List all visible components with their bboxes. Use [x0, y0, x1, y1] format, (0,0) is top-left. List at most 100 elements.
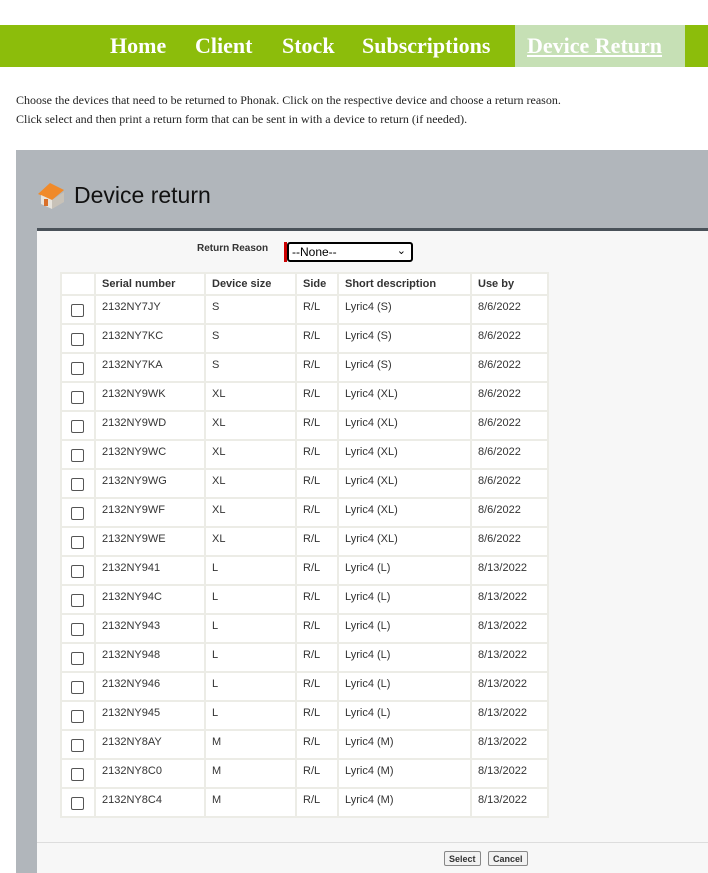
nav-device-return[interactable]: Device Return: [515, 25, 685, 67]
side-cell: R/L: [295, 642, 339, 673]
select-button[interactable]: Select: [444, 851, 481, 866]
row-checkbox[interactable]: [71, 536, 84, 549]
row-checkbox[interactable]: [71, 478, 84, 491]
row-checkbox[interactable]: [71, 507, 84, 520]
checkbox-cell: [60, 439, 96, 470]
use-by-cell: 8/13/2022: [470, 729, 549, 760]
table-row[interactable]: 2132NY7KA S R/L Lyric4 (S) 8/6/2022: [60, 352, 549, 383]
row-checkbox[interactable]: [71, 797, 84, 810]
row-checkbox[interactable]: [71, 681, 84, 694]
table-row[interactable]: 2132NY9WK XL R/L Lyric4 (XL) 8/6/2022: [60, 381, 549, 412]
row-checkbox[interactable]: [71, 565, 84, 578]
use-by-cell: 8/6/2022: [470, 468, 549, 499]
table-row[interactable]: 2132NY9WD XL R/L Lyric4 (XL) 8/6/2022: [60, 410, 549, 441]
use-by-cell: 8/6/2022: [470, 323, 549, 354]
row-checkbox[interactable]: [71, 623, 84, 636]
row-checkbox[interactable]: [71, 768, 84, 781]
instructions-line-2: Click select and then print a return for…: [16, 112, 468, 126]
use-by-cell: 8/13/2022: [470, 613, 549, 644]
footer-divider: [37, 842, 708, 843]
serial-number-cell: 2132NY943: [94, 613, 206, 644]
use-by-cell: 8/6/2022: [470, 439, 549, 470]
use-by-cell: 8/13/2022: [470, 671, 549, 702]
side-cell: R/L: [295, 729, 339, 760]
use-by-header: Use by: [470, 272, 549, 296]
row-checkbox[interactable]: [71, 594, 84, 607]
checkbox-cell: [60, 323, 96, 354]
row-checkbox[interactable]: [71, 710, 84, 723]
table-row[interactable]: 2132NY8C0 M R/L Lyric4 (M) 8/13/2022: [60, 758, 549, 789]
side-cell: R/L: [295, 323, 339, 354]
use-by-cell: 8/6/2022: [470, 526, 549, 557]
short-description-cell: Lyric4 (L): [337, 555, 472, 586]
nav-home[interactable]: Home: [110, 25, 166, 67]
nav-stock[interactable]: Stock: [282, 25, 335, 67]
side-header: Side: [295, 272, 339, 296]
table-row[interactable]: 2132NY94C L R/L Lyric4 (L) 8/13/2022: [60, 584, 549, 615]
table-row[interactable]: 2132NY9WG XL R/L Lyric4 (XL) 8/6/2022: [60, 468, 549, 499]
checkbox-cell: [60, 497, 96, 528]
row-checkbox[interactable]: [71, 391, 84, 404]
serial-number-cell: 2132NY9WE: [94, 526, 206, 557]
row-checkbox[interactable]: [71, 652, 84, 665]
short-description-cell: Lyric4 (M): [337, 787, 472, 818]
device-size-cell: XL: [204, 468, 297, 499]
use-by-cell: 8/13/2022: [470, 787, 549, 818]
short-description-cell: Lyric4 (XL): [337, 381, 472, 412]
device-size-cell: XL: [204, 497, 297, 528]
side-cell: R/L: [295, 381, 339, 412]
table-row[interactable]: 2132NY9WC XL R/L Lyric4 (XL) 8/6/2022: [60, 439, 549, 470]
chevron-down-icon: ⌄: [396, 245, 406, 257]
table-row[interactable]: 2132NY943 L R/L Lyric4 (L) 8/13/2022: [60, 613, 549, 644]
row-checkbox[interactable]: [71, 304, 84, 317]
device-size-cell: XL: [204, 381, 297, 412]
row-checkbox[interactable]: [71, 449, 84, 462]
table-row[interactable]: 2132NY7KC S R/L Lyric4 (S) 8/6/2022: [60, 323, 549, 354]
nav-client[interactable]: Client: [195, 25, 252, 67]
nav-subscriptions[interactable]: Subscriptions: [362, 25, 490, 67]
table-row[interactable]: 2132NY941 L R/L Lyric4 (L) 8/13/2022: [60, 555, 549, 586]
return-reason-select[interactable]: --None-- ⌄: [287, 242, 413, 262]
side-cell: R/L: [295, 294, 339, 325]
panel-header: Device return: [36, 180, 211, 210]
use-by-cell: 8/13/2022: [470, 642, 549, 673]
serial-number-cell: 2132NY7JY: [94, 294, 206, 325]
checkbox-cell: [60, 671, 96, 702]
short-description-cell: Lyric4 (L): [337, 584, 472, 615]
serial-number-cell: 2132NY9WD: [94, 410, 206, 441]
table-row[interactable]: 2132NY9WF XL R/L Lyric4 (XL) 8/6/2022: [60, 497, 549, 528]
serial-number-cell: 2132NY8C0: [94, 758, 206, 789]
row-checkbox[interactable]: [71, 362, 84, 375]
table-row[interactable]: 2132NY946 L R/L Lyric4 (L) 8/13/2022: [60, 671, 549, 702]
serial-number-cell: 2132NY948: [94, 642, 206, 673]
device-size-cell: M: [204, 787, 297, 818]
short-description-cell: Lyric4 (XL): [337, 410, 472, 441]
checkbox-cell: [60, 410, 96, 441]
device-size-cell: L: [204, 700, 297, 731]
device-size-cell: S: [204, 323, 297, 354]
side-cell: R/L: [295, 352, 339, 383]
top-nav: Home Client Stock Subscriptions Device R…: [0, 25, 708, 67]
table-row[interactable]: 2132NY8AY M R/L Lyric4 (M) 8/13/2022: [60, 729, 549, 760]
row-checkbox[interactable]: [71, 420, 84, 433]
table-row[interactable]: 2132NY945 L R/L Lyric4 (L) 8/13/2022: [60, 700, 549, 731]
table-row[interactable]: 2132NY8C4 M R/L Lyric4 (M) 8/13/2022: [60, 787, 549, 818]
side-cell: R/L: [295, 555, 339, 586]
table-row[interactable]: 2132NY948 L R/L Lyric4 (L) 8/13/2022: [60, 642, 549, 673]
side-cell: R/L: [295, 671, 339, 702]
side-cell: R/L: [295, 758, 339, 789]
table-row[interactable]: 2132NY9WE XL R/L Lyric4 (XL) 8/6/2022: [60, 526, 549, 557]
row-checkbox[interactable]: [71, 333, 84, 346]
checkbox-cell: [60, 729, 96, 760]
panel-title: Device return: [74, 181, 211, 208]
side-cell: R/L: [295, 787, 339, 818]
table-row[interactable]: 2132NY7JY S R/L Lyric4 (S) 8/6/2022: [60, 294, 549, 325]
short-description-cell: Lyric4 (L): [337, 700, 472, 731]
row-checkbox[interactable]: [71, 739, 84, 752]
serial-number-cell: 2132NY7KC: [94, 323, 206, 354]
use-by-cell: 8/13/2022: [470, 758, 549, 789]
checkbox-cell: [60, 642, 96, 673]
checkbox-cell: [60, 526, 96, 557]
short-description-cell: Lyric4 (S): [337, 294, 472, 325]
cancel-button[interactable]: Cancel: [488, 851, 528, 866]
